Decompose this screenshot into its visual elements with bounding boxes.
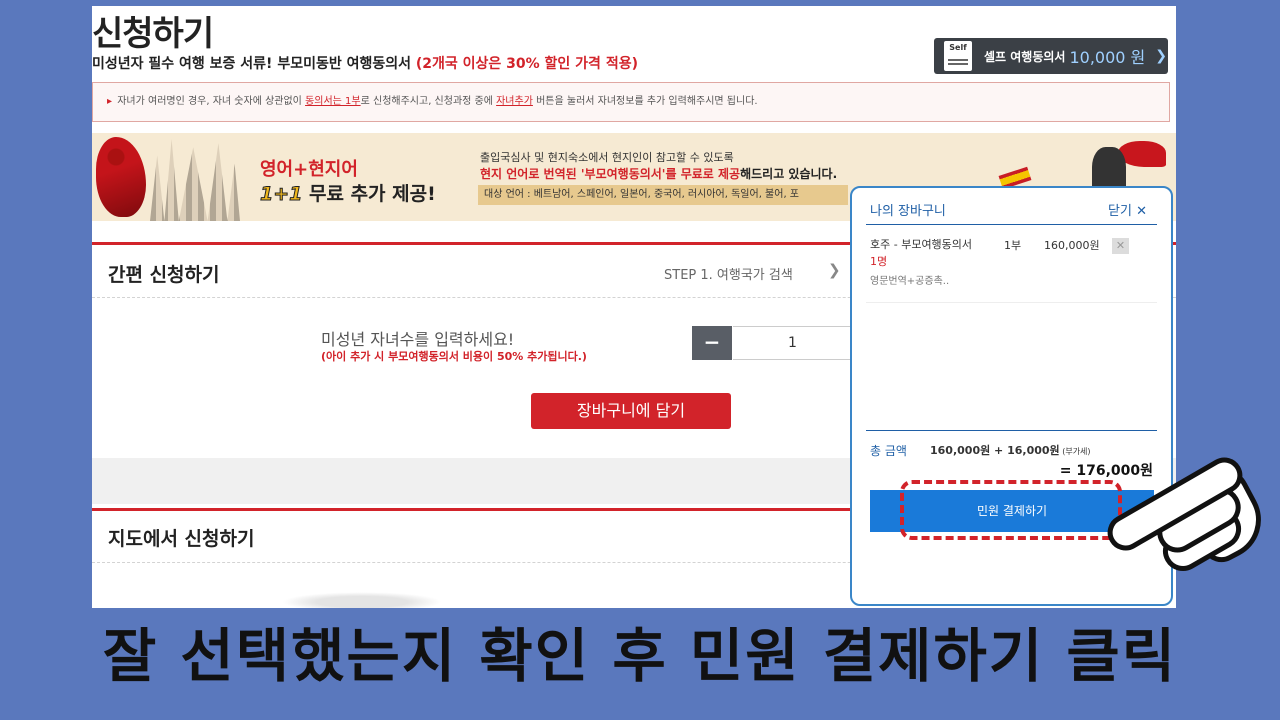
cart-item-option: 영문번역+공증촉.. [870,276,950,287]
language-list: 대상 언어 : 베트남어, 스페인어, 일본어, 중국어, 러시아어, 독일어,… [478,185,848,205]
divider [866,224,1157,225]
divider [866,302,1157,303]
decrement-button[interactable]: − [692,326,732,360]
banner-text: 출입국심사 및 현지숙소에서 현지인이 참고할 수 있도록 [480,151,734,164]
step-link[interactable]: STEP 1. 여행국가 검색 [664,264,793,283]
church-illustration [150,139,240,221]
delete-item-icon[interactable]: ✕ [1112,238,1129,254]
section-title: 지도에서 신청하기 [108,528,255,550]
notice-box: ▸ 자녀가 여러명인 경우, 자녀 숫자에 상관없이 동의서는 1부로 신청해주… [92,82,1170,122]
page-subtitle: 미성년자 필수 여행 보증 서류! 부모미동반 여행동의서 (2개국 이상은 3… [92,53,638,73]
notice-emphasis: 동의서는 1부 [305,96,361,107]
banner-subheading: 1+1 무료 추가 제공! [259,179,436,206]
total-breakdown: 160,000원 + 16,000원 (부가세) [930,442,1091,458]
total-amounts: 160,000원 + 16,000원 [930,444,1060,457]
add-to-cart-button[interactable]: 장바구니에 담기 [531,393,731,429]
banner-text-rest: 해드리고 있습니다. [740,167,838,181]
notice-text: 버튼을 눌러서 자녀정보를 추가 입력해주시면 됩니다. [532,96,758,107]
cart-item-name: 호주 - 부모여행동의서 1명 [870,236,980,270]
banner-subheading-text: 무료 추가 제공! [302,183,436,205]
notice-text: 로 신청해주시고, 신청과정 중에 [360,96,497,107]
notice-emphasis: 자녀추가 [496,96,533,107]
page-title: 신청하기 [92,14,214,54]
bullet-arrow-icon: ▸ [107,96,113,107]
chevron-right-icon[interactable]: ❯ [828,261,841,279]
banner-heading: 영어+현지어 [260,159,358,180]
cart-close-button[interactable]: 닫기 ✕ [1108,200,1147,219]
chevron-right-icon: ❯ [1155,48,1167,64]
child-count-note: (아이 추가 시 부모여행동의서 비용이 50% 추가됩니다.) [321,350,587,363]
banner-number: 1+1 [259,183,303,206]
document-icon: Self [944,41,972,71]
cart-item-title: 호주 - 부모여행동의서 [870,238,973,251]
banner-text-emphasis: 현지 언어로 번역된 '부모여행동의서'를 무료로 제공해드리고 있습니다. [480,165,837,182]
child-count-input[interactable]: 1 [733,326,853,360]
vat-label: (부가세) [1059,447,1091,456]
divider [866,430,1157,431]
cart-item-price: 160,000원 [1044,239,1100,252]
cart-title: 나의 장바구니 [870,204,946,219]
notice-text: 자녀가 여러명인 경우, 자녀 숫자에 상관없이 [114,96,306,107]
self-consent-label: 셀프 여행동의서 [984,49,1066,64]
section-title: 간편 신청하기 [108,264,220,286]
subtitle-main: 미성년자 필수 여행 보증 서류! 부모미동반 여행동의서 [92,56,416,72]
subtitle-discount: (2개국 이상은 30% 할인 가격 적용) [415,56,638,72]
self-consent-price: 10,000 원 [1069,48,1146,67]
cart-item-count: 1명 [870,255,888,268]
child-count-prompt: 미성년 자녀수를 입력하세요! [321,330,515,349]
self-consent-button[interactable]: Self 셀프 여행동의서 10,000 원 ❯ [934,38,1168,74]
caption-text: 잘 선택했는지 확인 후 민원 결제하기 클릭 [102,622,1178,690]
cart-item-quantity: 1부 [1004,239,1022,252]
banner-red-text: 현지 언어로 번역된 '부모여행동의서'를 무료로 제공 [480,167,741,181]
flamenco-dancer-illustration [96,137,146,217]
total-label: 총 금액 [870,444,907,458]
pay-button-highlight [900,480,1122,540]
pointing-hand-icon [1100,438,1276,579]
map-illustration [282,592,442,608]
